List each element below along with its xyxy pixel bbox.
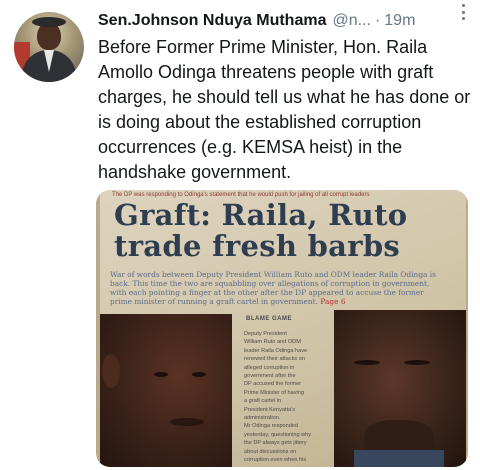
column-line: administration. — [244, 415, 281, 422]
column-line: Prime Minister of having — [244, 389, 304, 396]
avatar-hat — [32, 17, 66, 27]
tweet[interactable]: Sen.Johnson Nduya Muthama @n... · 19m Be… — [0, 0, 480, 470]
author-handle[interactable]: @n... — [332, 12, 370, 30]
portrait-ear — [102, 354, 120, 388]
portrait-brow — [354, 360, 380, 365]
separator-dot: · — [374, 12, 381, 29]
attached-photo[interactable]: The DP was responding to Odinga's statem… — [96, 190, 468, 467]
column-line: government after the — [244, 373, 296, 380]
more-vertical-icon[interactable] — [460, 4, 466, 20]
more-dot — [461, 10, 465, 14]
column-text: Deputy President William Ruto and ODM le… — [244, 330, 314, 465]
portrait-right — [334, 310, 466, 467]
column-line: President Kenyatta's — [244, 406, 296, 413]
headline-line: Graft: Raila, Ruto — [114, 198, 408, 232]
column-line: DP accused the former — [244, 381, 302, 388]
column-line: Deputy President — [244, 331, 287, 337]
more-dot — [461, 4, 465, 7]
tweet-text-line: occurrences (e.g. KEMSA heist) in the — [98, 137, 403, 157]
deck-line: prime minister of running a graft cartel… — [110, 297, 464, 306]
column-line: corruption even when his — [244, 457, 307, 464]
column-line: the DP always gets jittery — [244, 440, 307, 447]
newspaper-page: The DP was responding to Odinga's statem… — [100, 190, 466, 467]
portrait-left — [100, 314, 232, 467]
tweet-text-line: handshake government. — [98, 162, 292, 182]
tweet-text-line: Amollo Odinga threatens people with graf… — [98, 62, 434, 82]
newspaper-deck: War of words between Deputy President Wi… — [110, 270, 464, 306]
avatar[interactable] — [14, 12, 84, 82]
column-line: yesterday, questioning why — [244, 431, 312, 438]
more-dot — [461, 17, 465, 20]
portrait-collar — [354, 450, 444, 467]
deck-line: War of words between Deputy President Wi… — [110, 270, 436, 279]
page-reference: Page 6 — [320, 297, 346, 306]
portrait-mouth — [170, 418, 204, 426]
column-line: leader Raila Odinga have — [244, 347, 308, 354]
column-line: about discussions on — [244, 448, 297, 455]
deck-line: back. This time the two are squabbling o… — [110, 279, 430, 288]
column-line: renewed their attacks on — [244, 356, 305, 363]
tweet-text-line: is doing about the established corruptio… — [98, 112, 422, 132]
tweet-text-line: Before Former Prime Minister, Hon. Raila — [98, 37, 428, 57]
headline-line: trade fresh barbs — [114, 229, 401, 263]
timestamp[interactable]: 19m — [384, 12, 415, 30]
portrait-brow — [404, 360, 430, 365]
tweet-text: Before Former Prime Minister, Hon. Raila… — [98, 35, 476, 185]
author-name[interactable]: Sen.Johnson Nduya Muthama — [98, 12, 326, 30]
portrait-eye — [192, 372, 206, 377]
column-line: a graft cartel in — [244, 398, 281, 405]
newspaper-headline: Graft: Raila, Ruto trade fresh barbs — [114, 200, 464, 262]
column-line: Mr Odinga responded — [244, 423, 299, 430]
deck-line-text: prime minister of running a graft cartel… — [110, 297, 318, 306]
column-line: alleged corruption in — [244, 364, 295, 371]
tweet-text-line: charges, he should tell us what he has d… — [98, 87, 471, 107]
column-heading: BLAME GAME — [246, 316, 292, 322]
tweet-header: Sen.Johnson Nduya Muthama @n... · 19m — [98, 10, 470, 32]
deck-line: with each pointing a finger at the other… — [110, 288, 424, 297]
column-line: William Ruto and ODM — [244, 339, 301, 346]
portrait-eye — [154, 372, 168, 377]
